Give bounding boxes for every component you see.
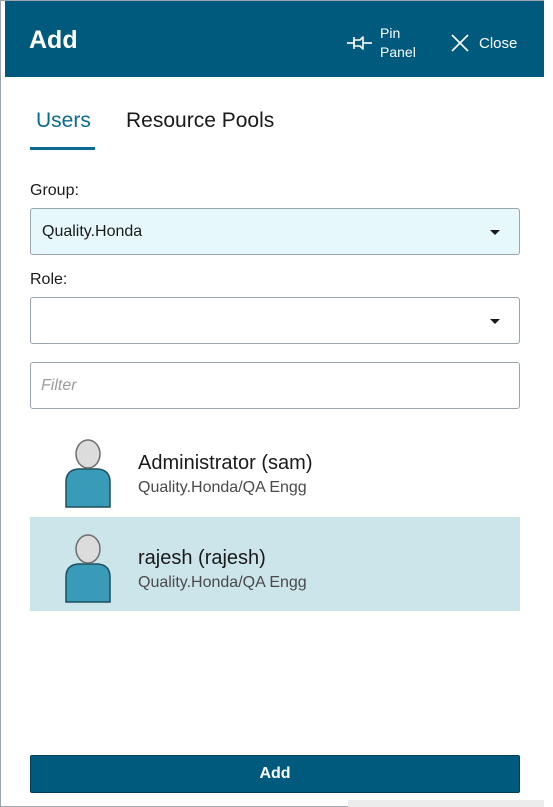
chevron-down-icon (490, 319, 500, 324)
user-name: rajesh (rajesh) (138, 547, 266, 569)
pin-panel-button[interactable]: Pin Panel (346, 23, 420, 63)
background-strip (348, 800, 544, 807)
chevron-down-icon (490, 230, 500, 235)
tab-resource-pools[interactable]: Resource Pools (126, 109, 274, 133)
pin-panel-label: Pin Panel (380, 25, 416, 60)
user-group: Quality.Honda/QA Engg (138, 479, 307, 496)
tab-bar: Users Resource Pools (30, 109, 330, 151)
role-select[interactable] (30, 297, 520, 344)
filter-input[interactable] (30, 362, 520, 409)
user-name: Administrator (sam) (138, 452, 313, 474)
user-avatar-icon (65, 534, 111, 603)
close-button[interactable]: Close (450, 31, 517, 55)
close-icon (451, 34, 469, 52)
pin-icon (347, 36, 372, 50)
panel-header: Add Pin Panel Close (5, 1, 545, 77)
group-label: Group: (30, 182, 79, 199)
user-list-item-selected[interactable]: rajesh (rajesh) Quality.Honda/QA Engg (30, 517, 520, 611)
active-tab-indicator (30, 147, 95, 150)
close-label: Close (479, 34, 518, 52)
user-avatar-icon (65, 439, 111, 508)
add-panel: Add Pin Panel Close Users Resource Pools… (0, 0, 553, 807)
tab-users[interactable]: Users (36, 109, 91, 133)
group-select-value: Quality.Honda (42, 223, 143, 240)
panel-edge (544, 0, 553, 807)
user-group: Quality.Honda/QA Engg (138, 574, 307, 591)
role-label: Role: (30, 271, 68, 288)
panel-title: Add (29, 26, 78, 54)
group-select[interactable]: Quality.Honda (30, 208, 520, 255)
add-button[interactable]: Add (30, 755, 520, 793)
user-list-item[interactable]: Administrator (sam) Quality.Honda/QA Eng… (30, 422, 520, 516)
